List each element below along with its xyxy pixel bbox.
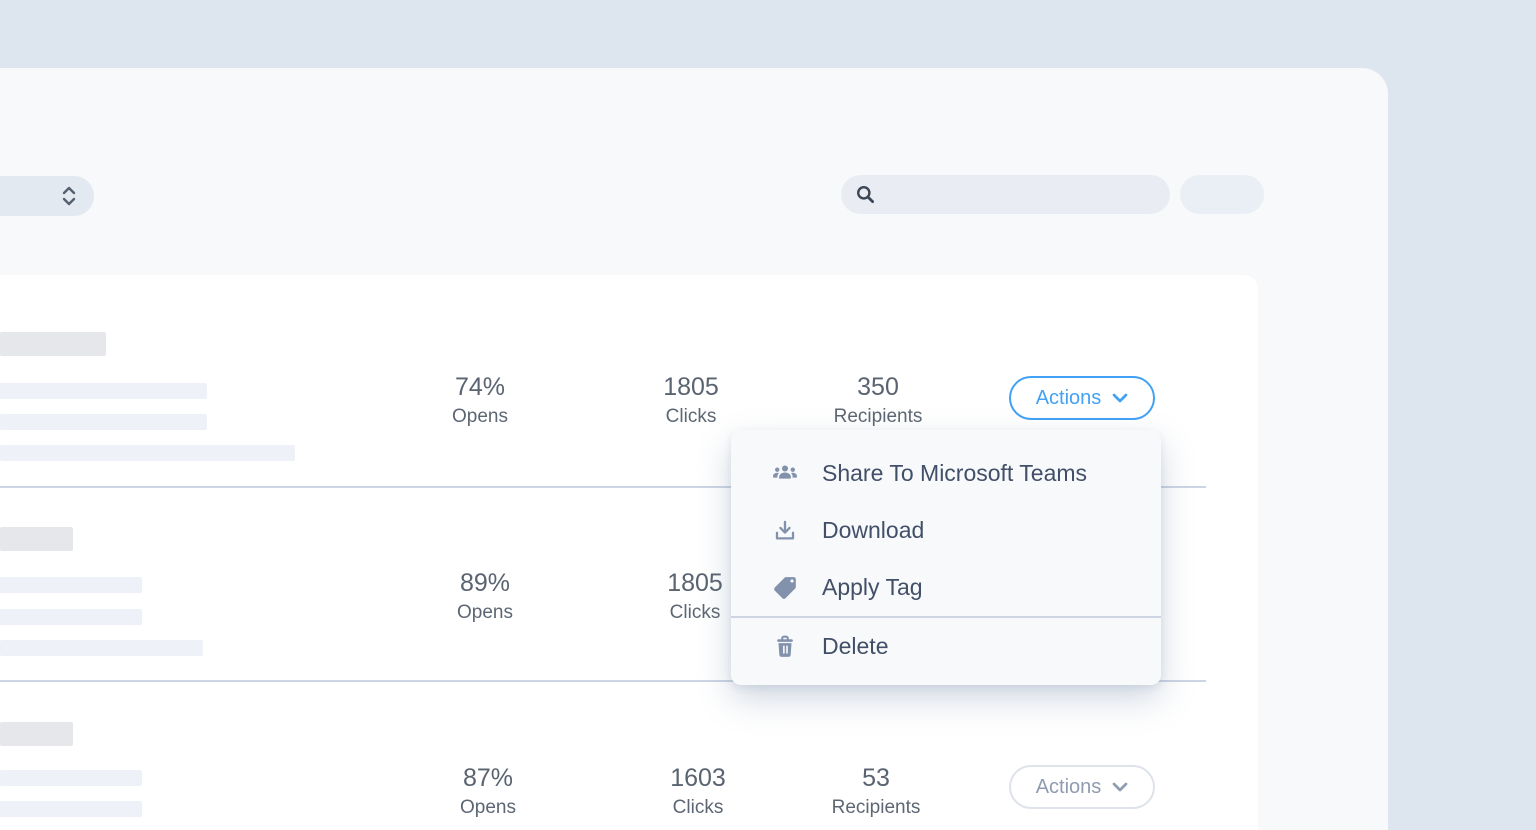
menu-item-label: Download (822, 517, 924, 544)
skeleton-line (0, 445, 295, 461)
actions-button-label: Actions (1036, 387, 1102, 410)
clicks-stat: 1603 Clicks (633, 765, 763, 818)
search-icon (854, 183, 877, 206)
topbar-button-placeholder[interactable] (1180, 175, 1264, 214)
chevron-down-icon (1112, 782, 1128, 793)
menu-item-delete[interactable]: Delete (731, 618, 1161, 675)
actions-button-open[interactable]: Actions (1009, 376, 1155, 420)
clicks-value: 1603 (633, 765, 763, 791)
skeleton-line (0, 383, 207, 399)
menu-item-apply-tag[interactable]: Apply Tag (731, 559, 1161, 616)
chevron-down-icon (1112, 393, 1128, 404)
opens-label: Opens (423, 798, 553, 818)
tag-icon (772, 575, 798, 601)
actions-button[interactable]: Actions (1009, 765, 1155, 809)
actions-dropdown-menu: Share To Microsoft Teams Download Apply … (731, 430, 1161, 685)
menu-item-share-to-microsoft-teams[interactable]: Share To Microsoft Teams (731, 445, 1161, 502)
skeleton-title (0, 332, 106, 356)
opens-label: Opens (415, 407, 545, 427)
page-background: 74% Opens 1805 Clicks 350 Recipients Act… (0, 0, 1536, 830)
recipients-label: Recipients (810, 407, 946, 427)
skeleton-line (0, 414, 207, 430)
skeleton-line (0, 609, 142, 625)
clicks-label: Clicks (633, 798, 763, 818)
opens-value: 74% (415, 374, 545, 400)
filter-select[interactable] (0, 176, 94, 216)
skeleton-title (0, 527, 73, 551)
menu-item-label: Delete (822, 633, 888, 660)
users-icon (772, 461, 798, 487)
opens-label: Opens (420, 603, 550, 623)
skeleton-title (0, 722, 73, 746)
clicks-label: Clicks (626, 407, 756, 427)
clicks-stat: 1805 Clicks (626, 374, 756, 427)
recipients-stat: 350 Recipients (810, 374, 946, 427)
recipients-value: 53 (808, 765, 944, 791)
app-card: 74% Opens 1805 Clicks 350 Recipients Act… (0, 68, 1388, 830)
skeleton-line (0, 770, 142, 786)
skeleton-line (0, 801, 142, 817)
skeleton-line (0, 640, 203, 656)
select-chevrons-icon (61, 184, 77, 208)
trash-icon (772, 634, 798, 660)
opens-value: 87% (423, 765, 553, 791)
recipients-stat: 53 Recipients (808, 765, 944, 818)
search-input[interactable] (841, 175, 1170, 214)
opens-stat: 89% Opens (420, 570, 550, 623)
opens-value: 89% (420, 570, 550, 596)
recipients-label: Recipients (808, 798, 944, 818)
opens-stat: 74% Opens (415, 374, 545, 427)
menu-item-label: Apply Tag (822, 574, 923, 601)
opens-stat: 87% Opens (423, 765, 553, 818)
menu-item-download[interactable]: Download (731, 502, 1161, 559)
skeleton-line (0, 577, 142, 593)
recipients-value: 350 (810, 374, 946, 400)
clicks-value: 1805 (626, 374, 756, 400)
download-icon (772, 518, 798, 544)
menu-item-label: Share To Microsoft Teams (822, 460, 1087, 487)
actions-button-label: Actions (1036, 776, 1102, 799)
